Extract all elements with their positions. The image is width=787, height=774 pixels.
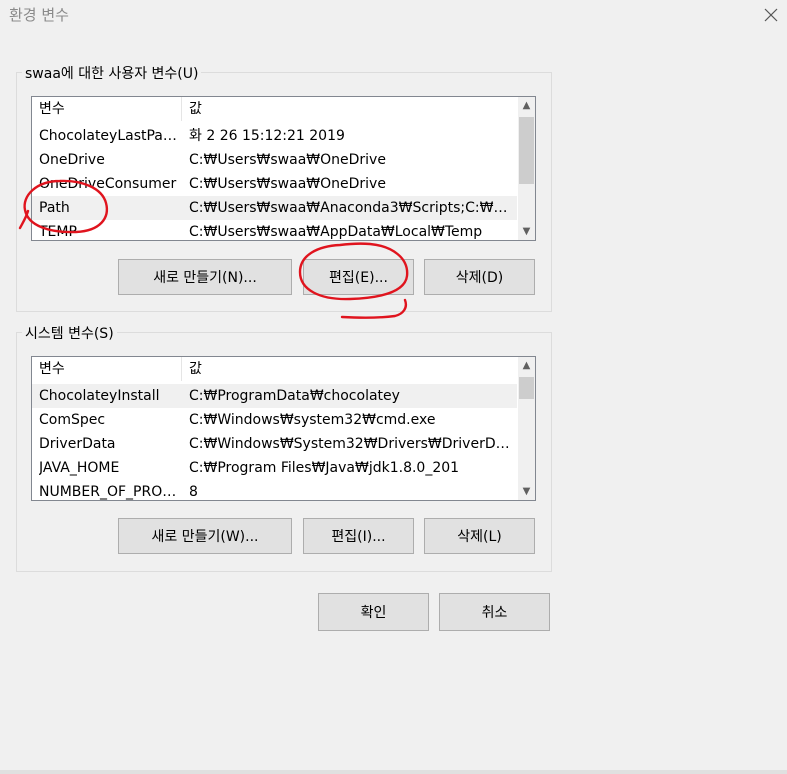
scroll-thumb[interactable]	[519, 117, 534, 184]
close-icon	[764, 8, 778, 22]
variable-value: C:₩Users₩swaa₩OneDrive	[189, 152, 386, 168]
column-header-name[interactable]: 변수	[32, 97, 181, 121]
column-header-name[interactable]: 변수	[32, 357, 181, 381]
scroll-up-arrow-icon[interactable]: ▲	[518, 97, 535, 114]
column-header-value[interactable]: 값	[182, 357, 517, 381]
scroll-up-arrow-icon[interactable]: ▲	[518, 357, 535, 374]
variable-value: 화 2 26 15:12:21 2019	[189, 128, 345, 144]
variable-name: JAVA_HOME	[39, 460, 120, 476]
user-new-button[interactable]: 새로 만들기(N)...	[118, 259, 292, 295]
variable-value: C:₩Program Files₩Java₩jdk1.8.0_201	[189, 460, 460, 476]
column-header-value[interactable]: 값	[182, 97, 517, 121]
table-row[interactable]: NUMBER_OF_PROC... 8	[32, 480, 517, 500]
table-row[interactable]: OneDrive C:₩Users₩swaa₩OneDrive	[32, 148, 517, 172]
user-edit-button[interactable]: 편집(E)...	[303, 259, 414, 295]
variable-name: OneDrive	[39, 152, 105, 168]
system-edit-button[interactable]: 편집(I)...	[303, 518, 414, 554]
variable-name: Path	[39, 200, 70, 216]
system-new-button[interactable]: 새로 만들기(W)...	[118, 518, 292, 554]
cancel-button[interactable]: 취소	[439, 593, 550, 631]
ok-button[interactable]: 확인	[318, 593, 429, 631]
window-title: 환경 변수	[9, 6, 69, 24]
variable-name: TEMP	[39, 224, 77, 240]
user-variables-list[interactable]: 변수 값 ChocolateyLastPath... 화 2 26 15:12:…	[31, 96, 536, 241]
table-row[interactable]: DriverData C:₩Windows₩System32₩Drivers₩D…	[32, 432, 517, 456]
variable-value: C:₩Windows₩system32₩cmd.exe	[189, 412, 436, 428]
variable-name: DriverData	[39, 436, 116, 452]
bottom-edge	[0, 770, 787, 774]
variable-value: 8	[189, 484, 198, 500]
variable-value: C:₩ProgramData₩chocolatey	[189, 388, 400, 404]
vertical-scrollbar[interactable]: ▲ ▼	[518, 357, 535, 500]
variable-value: C:₩Users₩swaa₩OneDrive	[189, 176, 386, 192]
variable-value: C:₩Users₩swaa₩AppData₩Local₩Temp	[189, 224, 483, 240]
user-delete-button[interactable]: 삭제(D)	[424, 259, 535, 295]
table-row-selected[interactable]: ChocolateyInstall C:₩ProgramData₩chocola…	[32, 384, 517, 408]
variable-name: ComSpec	[39, 412, 106, 428]
user-variables-label: swaa에 대한 사용자 변수(U)	[22, 63, 202, 83]
list-header: 변수 값	[32, 97, 517, 121]
variable-name: ChocolateyLastPath...	[39, 128, 179, 144]
system-variables-label: 시스템 변수(S)	[22, 323, 117, 343]
title-bar: 환경 변수	[0, 0, 787, 30]
close-button[interactable]	[760, 4, 782, 26]
variable-value: C:₩Windows₩System32₩Drivers₩DriverData	[189, 436, 517, 452]
list-header: 변수 값	[32, 357, 517, 381]
variable-value: C:₩Users₩swaa₩Anaconda3₩Scripts;C:₩User.…	[189, 200, 517, 216]
scroll-down-arrow-icon[interactable]: ▼	[518, 483, 535, 500]
system-variables-list[interactable]: 변수 값 ChocolateyInstall C:₩ProgramData₩ch…	[31, 356, 536, 501]
table-row[interactable]: OneDriveConsumer C:₩Users₩swaa₩OneDrive	[32, 172, 517, 196]
scroll-thumb[interactable]	[519, 377, 534, 399]
vertical-scrollbar[interactable]: ▲ ▼	[518, 97, 535, 240]
table-row-selected[interactable]: Path C:₩Users₩swaa₩Anaconda3₩Scripts;C:₩…	[32, 196, 517, 220]
table-row[interactable]: ChocolateyLastPath... 화 2 26 15:12:21 20…	[32, 124, 517, 148]
table-row[interactable]: ComSpec C:₩Windows₩system32₩cmd.exe	[32, 408, 517, 432]
table-row[interactable]: JAVA_HOME C:₩Program Files₩Java₩jdk1.8.0…	[32, 456, 517, 480]
scroll-down-arrow-icon[interactable]: ▼	[518, 223, 535, 240]
system-delete-button[interactable]: 삭제(L)	[424, 518, 535, 554]
variable-name: NUMBER_OF_PROC...	[39, 484, 179, 500]
variable-name: OneDriveConsumer	[39, 176, 177, 192]
variable-name: ChocolateyInstall	[39, 388, 160, 404]
table-row[interactable]: TEMP C:₩Users₩swaa₩AppData₩Local₩Temp	[32, 220, 517, 240]
